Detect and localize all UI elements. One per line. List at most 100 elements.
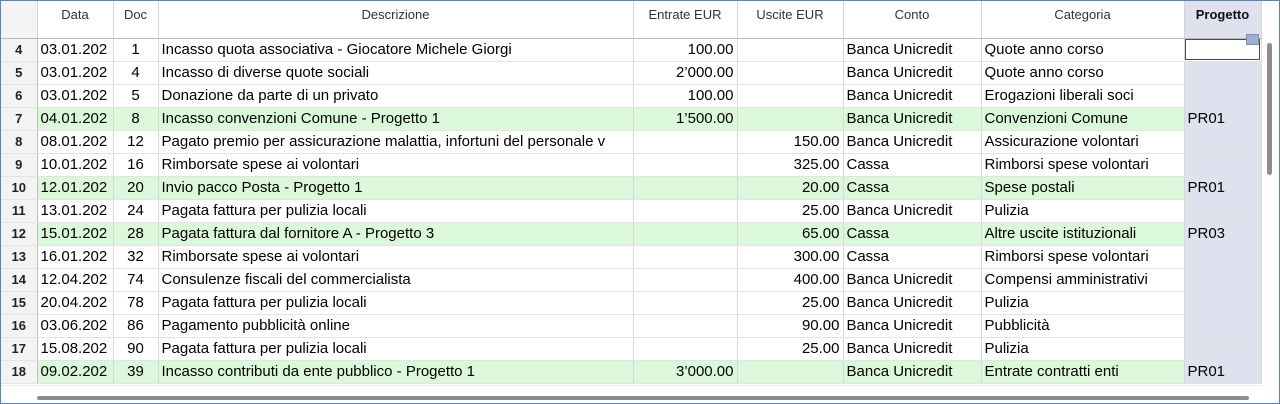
cell-description[interactable]: Rimborsate spese ai volontari <box>158 245 634 269</box>
row-number[interactable]: 14 <box>1 268 38 292</box>
cell-doc[interactable]: 74 <box>113 268 159 292</box>
cell-account[interactable]: Banca Unicredit <box>843 291 982 315</box>
cell-expense[interactable] <box>737 360 844 384</box>
cell-project[interactable] <box>1184 268 1262 292</box>
cell-description[interactable]: Pagata fattura per pulizia locali <box>158 291 634 315</box>
cell-category[interactable]: Rimborsi spese volontari <box>981 153 1185 177</box>
horizontal-scrollbar[interactable] <box>1 385 1263 403</box>
cell-description[interactable]: Pagato premio per assicurazione malattia… <box>158 130 634 154</box>
cell-doc[interactable]: 5 <box>113 84 159 108</box>
cell-date[interactable]: 09.02.202 <box>37 360 114 384</box>
cell-expense[interactable]: 90.00 <box>737 314 844 338</box>
cell-expense[interactable]: 25.00 <box>737 337 844 361</box>
cell-income[interactable]: 3’000.00 <box>633 360 738 384</box>
cell-expense[interactable] <box>737 37 844 62</box>
cell-dropdown-icon[interactable] <box>1246 34 1259 45</box>
table-row[interactable]: 14 12.04.202 74 Consulenze fiscali del comm… <box>1 268 1262 292</box>
cell-description[interactable]: Pagata fattura per pulizia locali <box>158 337 634 361</box>
row-number[interactable]: 5 <box>1 61 38 85</box>
cell-expense[interactable]: 150.00 <box>737 130 844 154</box>
cell-income[interactable] <box>633 199 738 223</box>
column-header-date[interactable]: Data <box>37 1 114 39</box>
table-row[interactable]: 17 15.08.202 90 Pagata fattura per pulizia … <box>1 337 1262 361</box>
column-header-account[interactable]: Conto <box>843 1 982 39</box>
cell-category[interactable]: Erogazioni liberali soci <box>981 84 1185 108</box>
cell-doc[interactable]: 90 <box>113 337 159 361</box>
cell-income[interactable]: 1’500.00 <box>633 107 738 131</box>
cell-expense[interactable] <box>737 84 844 108</box>
cell-doc[interactable]: 12 <box>113 130 159 154</box>
row-number[interactable]: 13 <box>1 245 38 269</box>
row-number[interactable]: 16 <box>1 314 38 338</box>
cell-category[interactable]: Pulizia <box>981 199 1185 223</box>
row-number[interactable]: 18 <box>1 360 38 384</box>
cell-project[interactable]: PR01 <box>1184 107 1262 131</box>
cell-description[interactable]: Pagata fattura dal fornitore A - Progett… <box>158 222 634 246</box>
cell-project[interactable] <box>1184 291 1262 315</box>
cell-account[interactable]: Banca Unicredit <box>843 314 982 338</box>
cell-category[interactable]: Assicurazione volontari <box>981 130 1185 154</box>
cell-date[interactable]: 03.06.202 <box>37 314 114 338</box>
cell-date[interactable]: 12.04.202 <box>37 268 114 292</box>
vertical-scrollbar-thumb[interactable] <box>1267 43 1272 175</box>
cell-project[interactable]: PR03 <box>1184 222 1262 246</box>
cell-date[interactable]: 12.01.202 <box>37 176 114 200</box>
cell-expense[interactable]: 400.00 <box>737 268 844 292</box>
cell-doc[interactable]: 28 <box>113 222 159 246</box>
cell-income[interactable] <box>633 314 738 338</box>
cell-income[interactable]: 2’000.00 <box>633 61 738 85</box>
cell-expense[interactable] <box>737 61 844 85</box>
table-row[interactable]: 9 10.01.202 16 Rimborsate spese ai volontar… <box>1 153 1262 177</box>
table-row[interactable]: 12 15.01.202 28 Pagata fattura dal fornitor… <box>1 222 1262 246</box>
cell-income[interactable] <box>633 268 738 292</box>
cell-account[interactable]: Banca Unicredit <box>843 337 982 361</box>
cell-project[interactable]: PR01 <box>1184 176 1262 200</box>
cell-income[interactable] <box>633 153 738 177</box>
cell-income[interactable] <box>633 130 738 154</box>
cell-date[interactable]: 03.01.202 <box>37 37 114 62</box>
cell-project[interactable] <box>1184 245 1262 269</box>
cell-category[interactable]: Convenzioni Comune <box>981 107 1185 131</box>
table-row[interactable]: 10 12.01.202 20 Invio pacco Posta - Progett… <box>1 176 1262 200</box>
cell-doc[interactable]: 24 <box>113 199 159 223</box>
cell-expense[interactable]: 20.00 <box>737 176 844 200</box>
cell-account[interactable]: Banca Unicredit <box>843 360 982 384</box>
row-number[interactable]: 10 <box>1 176 38 200</box>
cell-account[interactable]: Cassa <box>843 245 982 269</box>
cell-expense[interactable]: 25.00 <box>737 199 844 223</box>
table-row[interactable]: 4 03.01.202 1 Incasso quota associativa - G… <box>1 37 1262 62</box>
cell-project[interactable] <box>1184 153 1262 177</box>
cell-expense[interactable]: 300.00 <box>737 245 844 269</box>
cell-doc[interactable]: 1 <box>113 37 159 62</box>
cell-expense[interactable]: 25.00 <box>737 291 844 315</box>
row-number[interactable]: 4 <box>1 37 38 62</box>
column-header-expense[interactable]: Uscite EUR <box>737 1 844 39</box>
column-header-doc[interactable]: Doc <box>113 1 159 39</box>
row-number[interactable]: 11 <box>1 199 38 223</box>
row-number-header[interactable] <box>1 1 38 39</box>
cell-description[interactable]: Invio pacco Posta - Progetto 1 <box>158 176 634 200</box>
cell-account[interactable]: Cassa <box>843 153 982 177</box>
cell-date[interactable]: 03.01.202 <box>37 61 114 85</box>
table-row[interactable]: 6 03.01.202 5 Donazione da parte di un priv… <box>1 84 1262 108</box>
row-number[interactable]: 7 <box>1 107 38 131</box>
cell-description[interactable]: Pagamento pubblicità online <box>158 314 634 338</box>
cell-expense[interactable] <box>737 107 844 131</box>
table-row[interactable]: 11 13.01.202 24 Pagata fattura per pulizia … <box>1 199 1262 223</box>
table-row[interactable]: 15 20.04.202 78 Pagata fattura per pulizia … <box>1 291 1262 315</box>
cell-date[interactable]: 04.01.202 <box>37 107 114 131</box>
cell-category[interactable]: Quote anno corso <box>981 37 1185 62</box>
cell-description[interactable]: Incasso quota associativa - Giocatore Mi… <box>158 37 634 62</box>
cell-expense[interactable]: 325.00 <box>737 153 844 177</box>
cell-account[interactable]: Banca Unicredit <box>843 61 982 85</box>
cell-doc[interactable]: 16 <box>113 153 159 177</box>
cell-project[interactable] <box>1184 199 1262 223</box>
row-number[interactable]: 12 <box>1 222 38 246</box>
cell-description[interactable]: Incasso convenzioni Comune - Progetto 1 <box>158 107 634 131</box>
cell-project[interactable] <box>1184 61 1262 85</box>
cell-date[interactable]: 15.08.202 <box>37 337 114 361</box>
cell-description[interactable]: Consulenze fiscali del commercialista <box>158 268 634 292</box>
cell-account[interactable]: Banca Unicredit <box>843 130 982 154</box>
cell-description[interactable]: Rimborsate spese ai volontari <box>158 153 634 177</box>
cell-expense[interactable]: 65.00 <box>737 222 844 246</box>
